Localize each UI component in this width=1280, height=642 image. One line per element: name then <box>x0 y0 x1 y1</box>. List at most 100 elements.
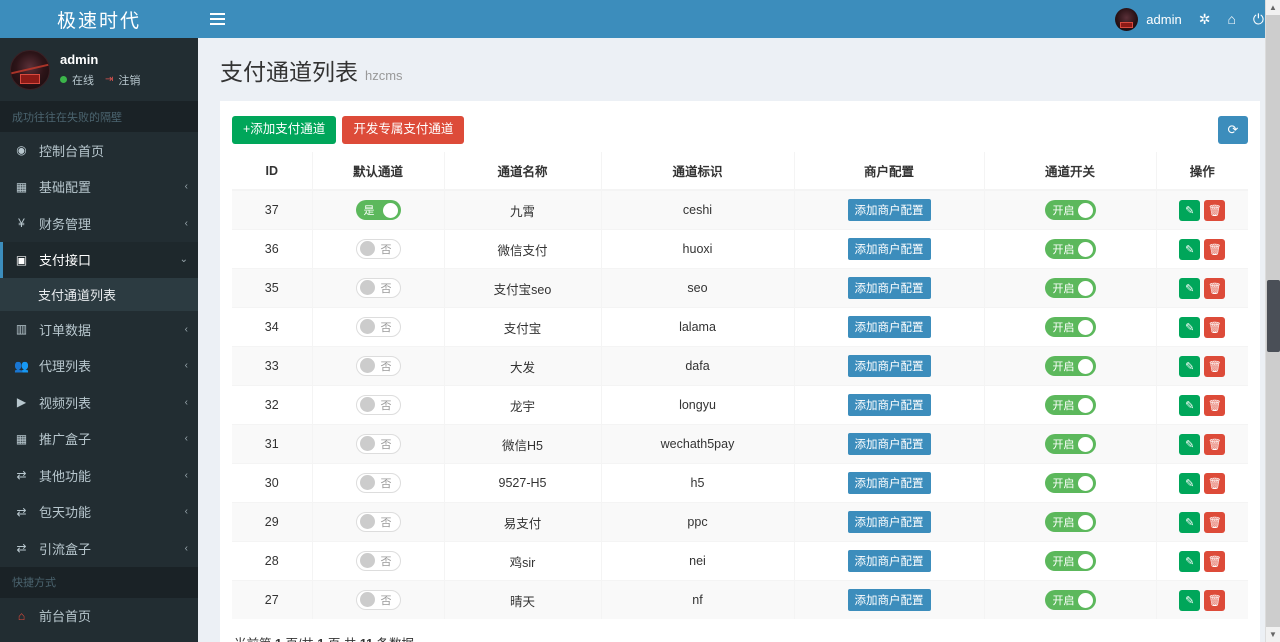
chevron-left-icon: ‹ <box>185 506 188 517</box>
sidebar-item-order-data[interactable]: ▥ 订单数据 ‹ <box>0 311 198 348</box>
col-channel-code: 通道标识 <box>601 152 794 190</box>
brand-logo[interactable]: 极速时代 <box>0 0 198 38</box>
channel-switch-toggle[interactable]: 开启 <box>1045 512 1096 532</box>
cell-default-channel: 否 <box>312 386 444 425</box>
trash-icon[interactable]: 🗑 <box>1204 317 1225 338</box>
channel-switch-toggle[interactable]: 开启 <box>1045 317 1096 337</box>
trash-icon[interactable]: 🗑 <box>1204 473 1225 494</box>
refresh-icon[interactable]: ⟳ <box>1218 116 1248 144</box>
sidebar-shortcut-frontend-home[interactable]: ⌂ 前台首页 <box>0 598 198 635</box>
channel-switch-toggle[interactable]: 开启 <box>1045 434 1096 454</box>
hamburger-icon[interactable] <box>198 0 236 38</box>
channel-switch-toggle[interactable]: 开启 <box>1045 356 1096 376</box>
sidebar-item-other-functions[interactable]: ⇄ 其他功能 ‹ <box>0 457 198 494</box>
trash-icon[interactable]: 🗑 <box>1204 551 1225 572</box>
sidebar-item-basic-config[interactable]: ▦ 基础配置 ‹ <box>0 169 198 206</box>
trash-icon[interactable]: 🗑 <box>1204 239 1225 260</box>
sidebar-item-video-list[interactable]: ▶ 视频列表 ‹ <box>0 384 198 421</box>
edit-icon[interactable]: ✎ <box>1179 317 1200 338</box>
trash-icon[interactable]: 🗑 <box>1204 356 1225 377</box>
navbar-username: admin <box>1146 12 1181 27</box>
navbar-user[interactable]: admin <box>1115 8 1181 31</box>
toggle-label: 是 <box>359 202 375 218</box>
logout-link[interactable]: 注销 <box>118 72 140 88</box>
edit-icon[interactable]: ✎ <box>1179 434 1200 455</box>
default-channel-toggle[interactable]: 否 <box>356 317 401 337</box>
edit-icon[interactable]: ✎ <box>1179 356 1200 377</box>
edit-icon[interactable]: ✎ <box>1179 239 1200 260</box>
add-merchant-config-button[interactable]: 添加商户配置 <box>848 472 931 494</box>
scroll-up-icon[interactable]: ▲ <box>1266 0 1280 15</box>
toggle-knob <box>1078 593 1093 608</box>
add-merchant-config-button[interactable]: 添加商户配置 <box>848 238 931 260</box>
default-channel-toggle[interactable]: 否 <box>356 434 401 454</box>
channel-switch-toggle[interactable]: 开启 <box>1045 278 1096 298</box>
trash-icon[interactable]: 🗑 <box>1204 200 1225 221</box>
channel-switch-toggle[interactable]: 开启 <box>1045 395 1096 415</box>
channel-switch-toggle[interactable]: 开启 <box>1045 473 1096 493</box>
add-merchant-config-button[interactable]: 添加商户配置 <box>848 550 931 572</box>
sidebar-submenu-label: 支付通道列表 <box>38 285 188 304</box>
edit-icon[interactable]: ✎ <box>1179 200 1200 221</box>
sidebar-item-traffic-box[interactable]: ⇄ 引流盒子 ‹ <box>0 530 198 567</box>
add-payment-channel-button[interactable]: +添加支付通道 <box>232 116 336 144</box>
channel-switch-toggle[interactable]: 开启 <box>1045 239 1096 259</box>
scrollbar-track[interactable] <box>1266 15 1280 627</box>
add-merchant-config-button[interactable]: 添加商户配置 <box>848 355 931 377</box>
channel-switch-toggle[interactable]: 开启 <box>1045 551 1096 571</box>
add-merchant-config-button[interactable]: 添加商户配置 <box>848 433 931 455</box>
add-merchant-config-button[interactable]: 添加商户配置 <box>848 394 931 416</box>
sidebar-item-promo-box[interactable]: ▦ 推广盒子 ‹ <box>0 421 198 458</box>
toggle-label: 否 <box>381 514 397 530</box>
edit-icon[interactable]: ✎ <box>1179 590 1200 611</box>
trash-icon[interactable]: 🗑 <box>1204 434 1225 455</box>
edit-icon[interactable]: ✎ <box>1179 395 1200 416</box>
dev-exclusive-channel-button[interactable]: 开发专属支付通道 <box>342 116 464 144</box>
toggle-knob <box>360 280 375 295</box>
default-channel-toggle[interactable]: 是 <box>356 200 401 220</box>
page-scrollbar[interactable]: ▲ ▼ <box>1265 0 1280 642</box>
default-channel-toggle[interactable]: 否 <box>356 590 401 610</box>
channel-switch-toggle[interactable]: 开启 <box>1045 590 1096 610</box>
trash-icon[interactable]: 🗑 <box>1204 590 1225 611</box>
home-icon[interactable]: ⌂ <box>1227 12 1235 26</box>
trash-icon[interactable]: 🗑 <box>1204 278 1225 299</box>
sidebar-item-payment-interface[interactable]: ▣ 支付接口 ⌄ <box>0 242 198 279</box>
gears-icon[interactable]: ✲ <box>1199 12 1211 26</box>
cell-channel-code: lalama <box>601 308 794 347</box>
sidebar-item-dashboard[interactable]: ◉ 控制台首页 <box>0 132 198 169</box>
default-channel-toggle[interactable]: 否 <box>356 473 401 493</box>
scrollbar-thumb[interactable] <box>1267 280 1280 352</box>
cell-operations: ✎🗑 <box>1156 347 1248 386</box>
row-actions: ✎🗑 <box>1179 356 1225 377</box>
default-channel-toggle[interactable]: 否 <box>356 395 401 415</box>
add-merchant-config-button[interactable]: 添加商户配置 <box>848 589 931 611</box>
online-status-label[interactable]: 在线 <box>72 72 94 88</box>
row-actions: ✎🗑 <box>1179 434 1225 455</box>
default-channel-toggle[interactable]: 否 <box>356 356 401 376</box>
sidebar-item-finance[interactable]: ¥ 财务管理 ‹ <box>0 205 198 242</box>
sidebar-item-daily-functions[interactable]: ⇄ 包天功能 ‹ <box>0 494 198 531</box>
add-merchant-config-button[interactable]: 添加商户配置 <box>848 199 931 221</box>
default-channel-toggle[interactable]: 否 <box>356 551 401 571</box>
channel-switch-toggle[interactable]: 开启 <box>1045 200 1096 220</box>
toggle-knob <box>360 358 375 373</box>
add-merchant-config-button[interactable]: 添加商户配置 <box>848 511 931 533</box>
trash-icon[interactable]: 🗑 <box>1204 512 1225 533</box>
edit-icon[interactable]: ✎ <box>1179 512 1200 533</box>
edit-icon[interactable]: ✎ <box>1179 551 1200 572</box>
sidebar-item-agent-list[interactable]: 👥 代理列表 ‹ <box>0 348 198 385</box>
edit-icon[interactable]: ✎ <box>1179 278 1200 299</box>
edit-icon[interactable]: ✎ <box>1179 473 1200 494</box>
add-merchant-config-button[interactable]: 添加商户配置 <box>848 316 931 338</box>
default-channel-toggle[interactable]: 否 <box>356 239 401 259</box>
default-channel-toggle[interactable]: 否 <box>356 278 401 298</box>
sidebar-item-payment-channel-list[interactable]: 支付通道列表 <box>0 278 198 311</box>
sidebar-shortcut-logout[interactable]: ⏻ 退出后台 <box>0 634 198 642</box>
power-icon[interactable]: ⏻ <box>1253 12 1264 26</box>
default-channel-toggle[interactable]: 否 <box>356 512 401 532</box>
add-merchant-config-button[interactable]: 添加商户配置 <box>848 277 931 299</box>
scroll-down-icon[interactable]: ▼ <box>1266 627 1280 642</box>
logout-icon[interactable]: ⇥ <box>105 74 113 85</box>
trash-icon[interactable]: 🗑 <box>1204 395 1225 416</box>
